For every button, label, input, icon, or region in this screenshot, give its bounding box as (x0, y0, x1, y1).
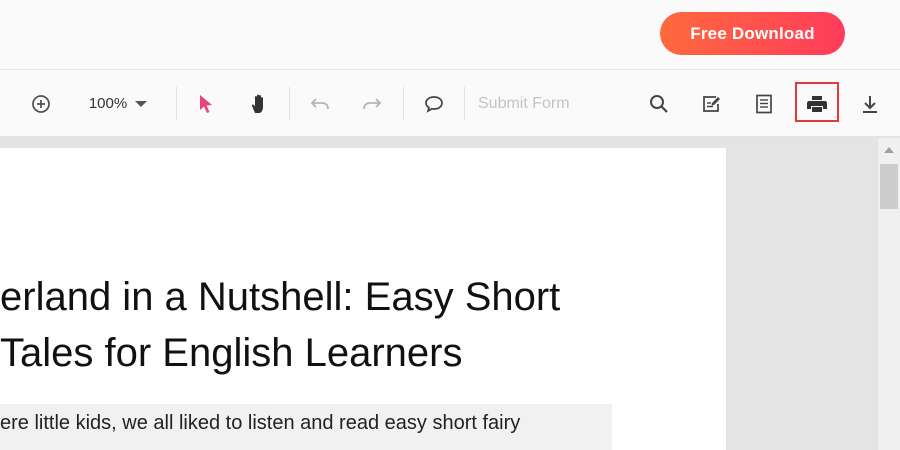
redo-icon (363, 97, 382, 109)
pdf-toolbar: 100% Submit Form (0, 70, 900, 137)
zoom-in-button[interactable] (26, 70, 56, 137)
toolbar-divider (403, 87, 404, 120)
document-viewer[interactable]: erland in a Nutshell: Easy Short Tales f… (0, 138, 877, 450)
page-view-icon (756, 94, 772, 113)
comment-button[interactable] (420, 70, 448, 137)
pan-tool-button[interactable] (245, 70, 273, 137)
document-paragraph: ere little kids, we all liked to listen … (0, 412, 521, 434)
comment-icon (425, 95, 443, 113)
scroll-up-arrow-icon[interactable] (884, 147, 894, 153)
scroll-thumb[interactable] (880, 164, 898, 209)
print-button[interactable] (797, 70, 837, 137)
select-tool-button[interactable] (193, 70, 219, 137)
redo-button[interactable] (358, 70, 386, 137)
edit-annotation-icon (703, 95, 720, 112)
download-icon (863, 95, 877, 113)
toolbar-divider (464, 87, 465, 120)
submit-form-button[interactable]: Submit Form (478, 70, 582, 137)
chevron-down-icon (135, 100, 148, 107)
page-view-button[interactable] (750, 70, 778, 137)
download-button[interactable] (857, 70, 883, 137)
zoom-in-icon (32, 94, 50, 113)
free-download-button[interactable]: Free Download (660, 12, 845, 55)
document-title-line-2: Tales for English Learners (0, 331, 463, 375)
zoom-value: 100% (88, 95, 128, 112)
submit-form-label: Submit Form (478, 94, 570, 112)
toolbar-divider (176, 87, 177, 120)
toolbar-divider (289, 87, 290, 120)
pointer-icon (200, 94, 212, 113)
vertical-scrollbar[interactable] (877, 138, 900, 450)
search-icon (650, 94, 668, 113)
search-button[interactable] (645, 70, 673, 137)
top-bar: Free Download (0, 0, 900, 70)
pdf-page: erland in a Nutshell: Easy Short Tales f… (0, 148, 726, 450)
undo-button[interactable] (306, 70, 334, 137)
zoom-dropdown[interactable]: 100% (82, 70, 154, 137)
hand-icon (251, 94, 263, 113)
print-icon (807, 95, 827, 112)
edit-annotation-button[interactable] (697, 70, 725, 137)
document-title-line-1: erland in a Nutshell: Easy Short (0, 275, 561, 319)
undo-icon (310, 97, 329, 109)
